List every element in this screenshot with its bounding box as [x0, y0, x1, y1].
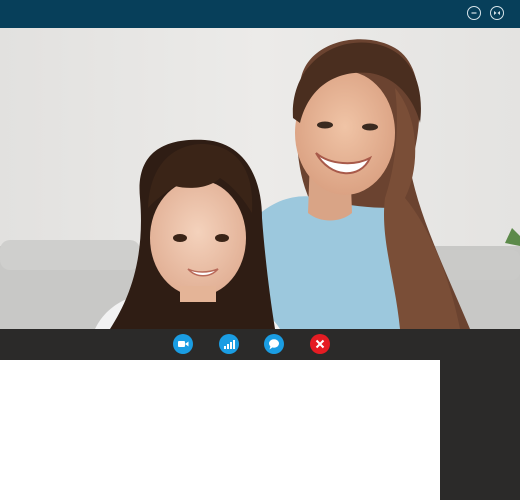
minus-circle-icon	[471, 12, 477, 14]
title-bar	[0, 0, 520, 28]
chat-bubble-icon	[269, 339, 279, 350]
fullscreen-circle-icon	[494, 11, 500, 15]
content-area	[0, 360, 440, 500]
call-toolbar	[0, 329, 520, 360]
close-icon	[315, 339, 325, 349]
minimize-button[interactable]	[467, 6, 481, 20]
signal-bars-icon	[224, 340, 235, 349]
chat-button[interactable]	[264, 334, 284, 354]
side-panel	[440, 360, 520, 500]
signal-button[interactable]	[219, 334, 239, 354]
end-call-button[interactable]	[310, 334, 330, 354]
fullscreen-button[interactable]	[490, 6, 504, 20]
video-feed	[0, 28, 520, 329]
video-camera-icon	[178, 341, 189, 347]
camera-button[interactable]	[173, 334, 193, 354]
